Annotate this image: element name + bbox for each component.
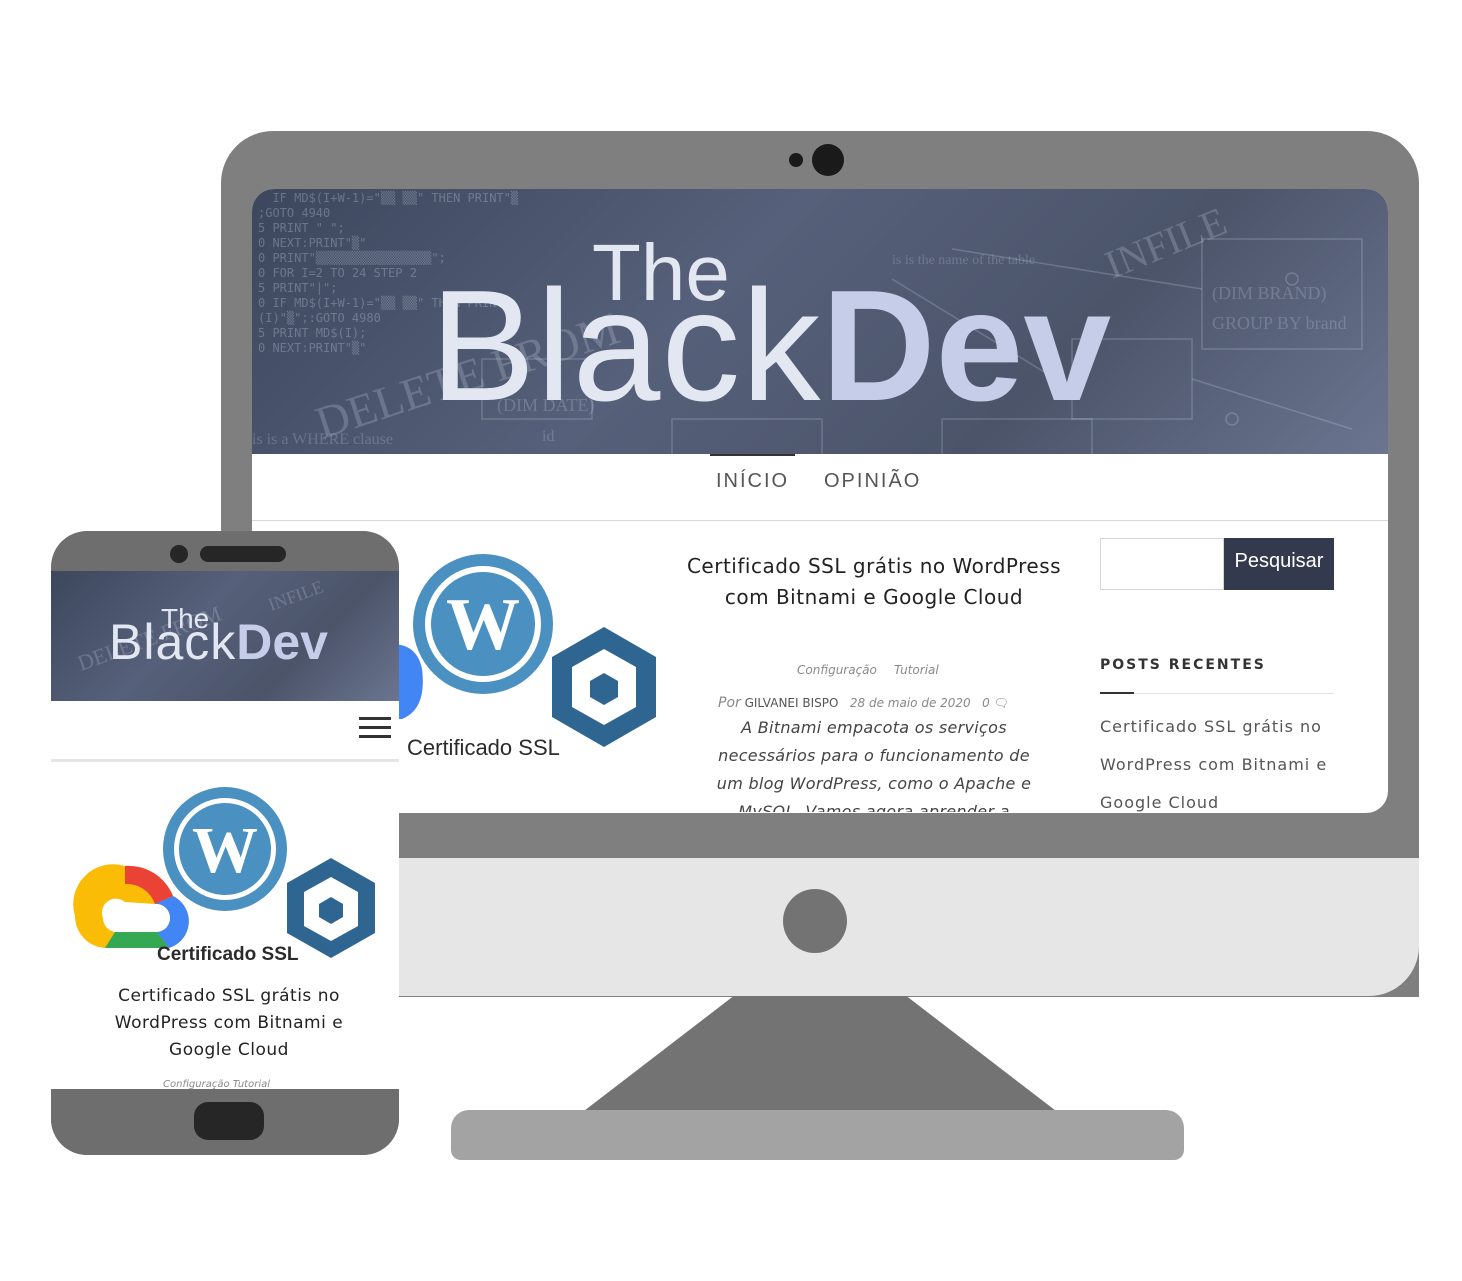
phone-camera	[170, 545, 188, 563]
desktop-screen: IF MD$(I+W-1)="▒▒ ▒▒" THEN PRINT"▒ ;GOTO…	[252, 189, 1388, 813]
logo-black: Black	[430, 258, 822, 434]
article-category-configuracao[interactable]: Configuração	[797, 663, 877, 677]
mobile-featured-image[interactable]: W Certificado SSL	[65, 786, 385, 976]
post-date: 28 de maio de 2020	[849, 696, 971, 710]
article-meta: Por GILVANEI BISPO 28 de maio de 2020 0 …	[718, 695, 1009, 711]
article-title[interactable]: Certificado SSL grátis no WordPress com …	[684, 551, 1064, 613]
site-header-banner: IF MD$(I+W-1)="▒▒ ▒▒" THEN PRINT"▒ ;GOTO…	[252, 189, 1388, 454]
comment-icon: 🗨	[993, 696, 1009, 710]
monitor-stand-neck	[580, 996, 1060, 1114]
recent-post-link[interactable]: Certificado SSL grátis no WordPress com …	[1100, 708, 1340, 813]
nav-item-opiniao[interactable]: OPINIÃO	[818, 470, 927, 503]
comment-count[interactable]: 0	[982, 696, 990, 710]
mobile-article-categories[interactable]: Configuração Tutorial	[163, 1079, 270, 1089]
phone-home-button[interactable]	[194, 1102, 264, 1140]
recent-posts-title: POSTS RECENTES	[1100, 657, 1266, 673]
featured-image-caption: Certificado SSL	[407, 735, 560, 760]
nav-item-inicio[interactable]: INÍCIO	[710, 454, 796, 503]
site-logo[interactable]: BlackDev	[430, 267, 1111, 425]
article-category-tutorial[interactable]: Tutorial	[894, 663, 939, 677]
svg-text:GROUP BY brand: GROUP BY brand	[1212, 313, 1347, 333]
monitor-power-button	[783, 889, 847, 953]
search-input[interactable]	[1100, 538, 1224, 590]
svg-text:INFILE: INFILE	[1099, 198, 1233, 287]
mobile-screen: DELETE FROM INFILE The BlackDev W Certif…	[51, 571, 399, 1089]
widget-divider-accent	[1100, 692, 1134, 694]
mobile-featured-image-caption: Certificado SSL	[157, 944, 299, 965]
phone-speaker	[200, 546, 286, 562]
monitor-stand-base	[451, 1110, 1184, 1160]
hamburger-menu-icon[interactable]	[359, 717, 391, 744]
widget-divider	[1100, 693, 1334, 694]
main-navigation: INÍCIO OPINIÃO	[252, 454, 1388, 521]
article-featured-image[interactable]: W Certificado SSL	[392, 549, 662, 769]
svg-text:W: W	[192, 814, 258, 887]
mobile-nav-bar	[51, 701, 399, 762]
mobile-article-title[interactable]: Certificado SSL grátis no WordPress com …	[95, 983, 363, 1064]
author-link[interactable]: GILVANEI BISPO	[745, 696, 839, 710]
mobile-logo-dev: Dev	[236, 614, 328, 670]
author-prefix: Por	[718, 695, 741, 711]
monitor-sensor	[789, 153, 803, 167]
mobile-logo-black: Black	[109, 614, 237, 670]
svg-text:(DIM BRAND): (DIM BRAND)	[1212, 283, 1327, 304]
svg-text:INFILE: INFILE	[266, 576, 326, 614]
article-excerpt: A Bitnami empacota os serviços necessári…	[716, 718, 1032, 812]
mobile-header-banner: DELETE FROM INFILE The BlackDev	[51, 571, 399, 701]
search-button[interactable]: Pesquisar	[1224, 538, 1334, 590]
monitor-camera	[812, 144, 844, 176]
logo-dev: Dev	[821, 258, 1112, 434]
svg-text:W: W	[446, 584, 520, 666]
mobile-site-logo[interactable]: BlackDev	[109, 617, 328, 667]
